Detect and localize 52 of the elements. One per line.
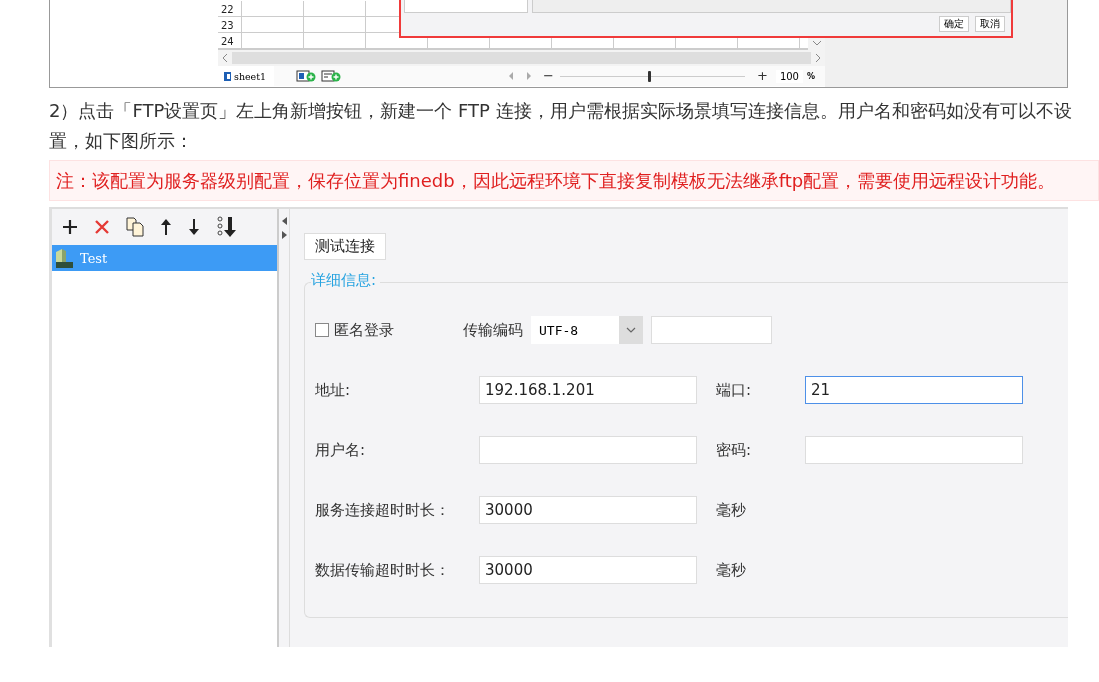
delete-icon[interactable] (94, 219, 110, 235)
expand-right-icon[interactable] (281, 231, 287, 239)
sheet-tab[interactable]: sheet1 (218, 66, 275, 86)
dialog-button[interactable]: 取消 (975, 16, 1005, 32)
field-label: 数据传输超时时长： (315, 560, 451, 580)
row-number: 23 (218, 17, 242, 32)
input-field[interactable] (805, 436, 1023, 464)
unit-label: 毫秒 (716, 560, 747, 580)
dialog-button[interactable]: 确定 (939, 16, 969, 32)
zoom-in-button[interactable]: + (757, 69, 768, 83)
field-label: 服务连接超时时长： (315, 500, 451, 520)
field-label: 地址: (315, 380, 352, 400)
zoom-field[interactable]: 100 (775, 69, 803, 83)
checkbox-label: 匿名登录 (334, 320, 394, 340)
input-field[interactable]: 30000 (479, 496, 697, 524)
collapse-left-icon[interactable] (281, 217, 287, 225)
scroll-left-icon[interactable] (222, 53, 228, 63)
note: 注：该配置为服务器级别配置，保存位置为finedb，因此远程环境下直接复制模板无法继承ftp配置，需要使用远程设计功能。 (49, 160, 1099, 201)
input-field[interactable]: 21 (805, 376, 1023, 404)
field-label: 用户名: (315, 440, 367, 460)
unit-label: 毫秒 (716, 500, 747, 520)
encoding-dropdown[interactable]: UTF-8 (531, 316, 643, 344)
add-sheet-icon[interactable] (296, 70, 317, 82)
scroll-right-icon[interactable] (815, 53, 821, 63)
field-label: 密码: (716, 440, 753, 460)
field-label: 端口: (716, 380, 753, 400)
add-dashboard-icon[interactable] (321, 70, 342, 82)
input-field[interactable]: 30000 (479, 556, 697, 584)
chevron-down-icon (626, 327, 636, 333)
move-up-icon[interactable] (160, 218, 172, 236)
previous-sheet-icon[interactable] (509, 72, 515, 80)
add-icon[interactable] (62, 219, 78, 235)
server-icon (54, 247, 74, 269)
test-connection-button[interactable]: 测试连接 (304, 233, 386, 260)
zoom-out-button[interactable]: − (543, 69, 554, 83)
move-to-bottom-icon[interactable] (216, 216, 238, 238)
zoom-unit: % (807, 71, 815, 81)
input-field[interactable] (479, 436, 697, 464)
next-sheet-icon[interactable] (526, 72, 532, 80)
field-label: 传输编码 (463, 320, 524, 340)
section-title: 详细信息: (311, 271, 381, 290)
zoom-slider-thumb[interactable] (647, 70, 651, 82)
paragraph: 2）点击「FTP设置页」左上角新增按钮，新建一个 FTP 连接，用户需根据实际场景填写连接信息。用户名和密码如没有可以不设置，如下图所示： (49, 99, 1073, 153)
row-number: 24 (218, 33, 242, 48)
scroll-down-icon[interactable] (811, 40, 822, 46)
row-number: 22 (218, 1, 242, 16)
sheet-icon (224, 71, 231, 81)
anonymous-login-checkbox[interactable] (315, 323, 329, 337)
input-field[interactable]: 192.168.1.201 (479, 376, 697, 404)
input-field[interactable] (651, 316, 772, 344)
copy-icon[interactable] (126, 217, 144, 237)
move-down-icon[interactable] (188, 218, 200, 236)
